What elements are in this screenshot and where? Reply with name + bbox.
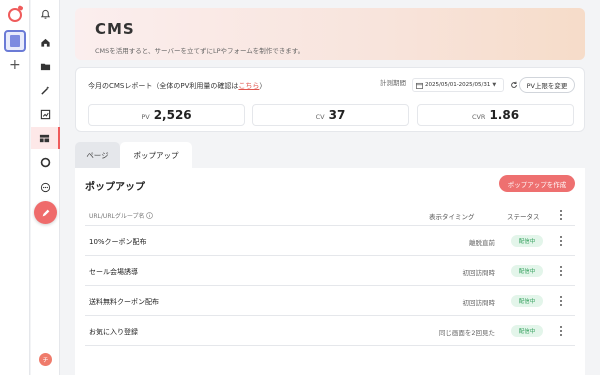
- page-subtitle: CMSを活用すると、サーバーを立てずにLPやフォームを制作できます。: [95, 47, 305, 55]
- popup-name: 10%クーポン配布: [89, 238, 147, 246]
- cms-report-card: 今月のCMSレポート（全体のPV利用量の確認はこちら） 計測期間 2025/05…: [75, 67, 585, 132]
- stat-cvr: CVR 1.86: [417, 104, 574, 126]
- column-status: ステータス: [507, 213, 540, 221]
- popup-timing: 初回訪問時: [462, 269, 496, 277]
- magic-wand-icon[interactable]: [31, 79, 60, 101]
- tab-popups[interactable]: ポップアップ: [120, 142, 192, 168]
- create-popup-button[interactable]: ポップアップを作成: [499, 175, 575, 192]
- pencil-icon[interactable]: [34, 201, 57, 224]
- popup-name: お気に入り登録: [89, 328, 138, 336]
- stat-value: 1.86: [489, 108, 520, 122]
- table-row[interactable]: お気に入り登録 同じ画面を2回見た 配信中: [85, 316, 575, 346]
- popup-name: 送料無料クーポン配布: [89, 298, 159, 306]
- page-title: CMS: [95, 20, 135, 38]
- stat-cv: CV 37: [252, 104, 409, 126]
- period-label: 計測期間: [380, 79, 406, 87]
- main-content: CMS CMSを活用すると、サーバーを立てずにLPやフォームを制作できます。 今…: [61, 0, 600, 375]
- app-switcher-button[interactable]: [4, 30, 26, 52]
- kebab-menu-icon[interactable]: [558, 295, 564, 307]
- popup-timing: 同じ画面を2回見た: [438, 329, 495, 337]
- column-timing: 表示タイミング: [429, 213, 475, 221]
- info-icon[interactable]: [146, 212, 154, 219]
- table-row[interactable]: セール会場誘導 初回訪問時 配信中: [85, 256, 575, 286]
- icon-sidebar: チ: [31, 0, 60, 375]
- popup-timing: 離脱直前: [469, 239, 495, 247]
- kebab-menu-icon[interactable]: [558, 265, 564, 277]
- popup-name: セール会場誘導: [89, 268, 138, 276]
- kebab-menu-icon[interactable]: [558, 235, 564, 247]
- bell-icon[interactable]: [31, 3, 60, 25]
- stat-label: PV: [141, 113, 150, 121]
- status-badge: 配信中: [511, 295, 543, 307]
- cms-header: CMS CMSを活用すると、サーバーを立てずにLPやフォームを制作できます。: [75, 8, 585, 60]
- tab-pages[interactable]: ページ: [75, 142, 120, 168]
- calendar-icon: [416, 82, 423, 89]
- chevron-down-icon: ▼: [492, 82, 497, 88]
- column-url: URL/URLグループ名: [89, 211, 154, 220]
- status-badge: 配信中: [511, 325, 543, 337]
- period-value: 2025/05/01-2025/05/31: [425, 82, 491, 88]
- stat-value: 2,526: [153, 108, 192, 122]
- stat-label: CVR: [471, 113, 486, 121]
- more-circle-icon[interactable]: [31, 176, 60, 198]
- stat-pv: PV 2,526: [88, 104, 245, 126]
- stat-value: 37: [328, 108, 346, 122]
- status-badge: 配信中: [511, 265, 543, 277]
- chart-icon[interactable]: [31, 103, 60, 125]
- table-row[interactable]: 送料無料クーポン配布 初回訪問時 配信中: [85, 286, 575, 316]
- report-usage-link[interactable]: こちら: [238, 82, 259, 90]
- popup-panel: ポップアップ ポップアップを作成 URL/URLグループ名 表示タイミング ステ…: [75, 168, 585, 375]
- report-title: 今月のCMSレポート（全体のPV利用量の確認はこちら）: [88, 82, 267, 90]
- avatar[interactable]: チ: [39, 353, 52, 366]
- add-app-icon[interactable]: +: [9, 58, 21, 72]
- kebab-menu-icon[interactable]: [558, 209, 564, 221]
- stat-label: CV: [315, 113, 325, 121]
- panel-title: ポップアップ: [85, 182, 145, 193]
- cms-icon[interactable]: [31, 127, 60, 149]
- app-rail: +: [0, 0, 30, 375]
- status-badge: 配信中: [511, 235, 543, 247]
- kebab-menu-icon[interactable]: [558, 325, 564, 337]
- folder-icon[interactable]: [31, 55, 60, 77]
- home-icon[interactable]: [31, 31, 60, 53]
- table-row[interactable]: 10%クーポン配布 離脱直前 配信中: [85, 226, 575, 256]
- popup-timing: 初回訪問時: [462, 299, 496, 307]
- circle-icon[interactable]: [31, 151, 60, 173]
- pv-limit-button[interactable]: PV上限を変更: [519, 77, 575, 93]
- period-select[interactable]: 2025/05/01-2025/05/31 ▼: [412, 78, 504, 92]
- table-header: URL/URLグループ名 表示タイミング ステータス: [85, 204, 575, 226]
- brand-logo[interactable]: [8, 8, 22, 22]
